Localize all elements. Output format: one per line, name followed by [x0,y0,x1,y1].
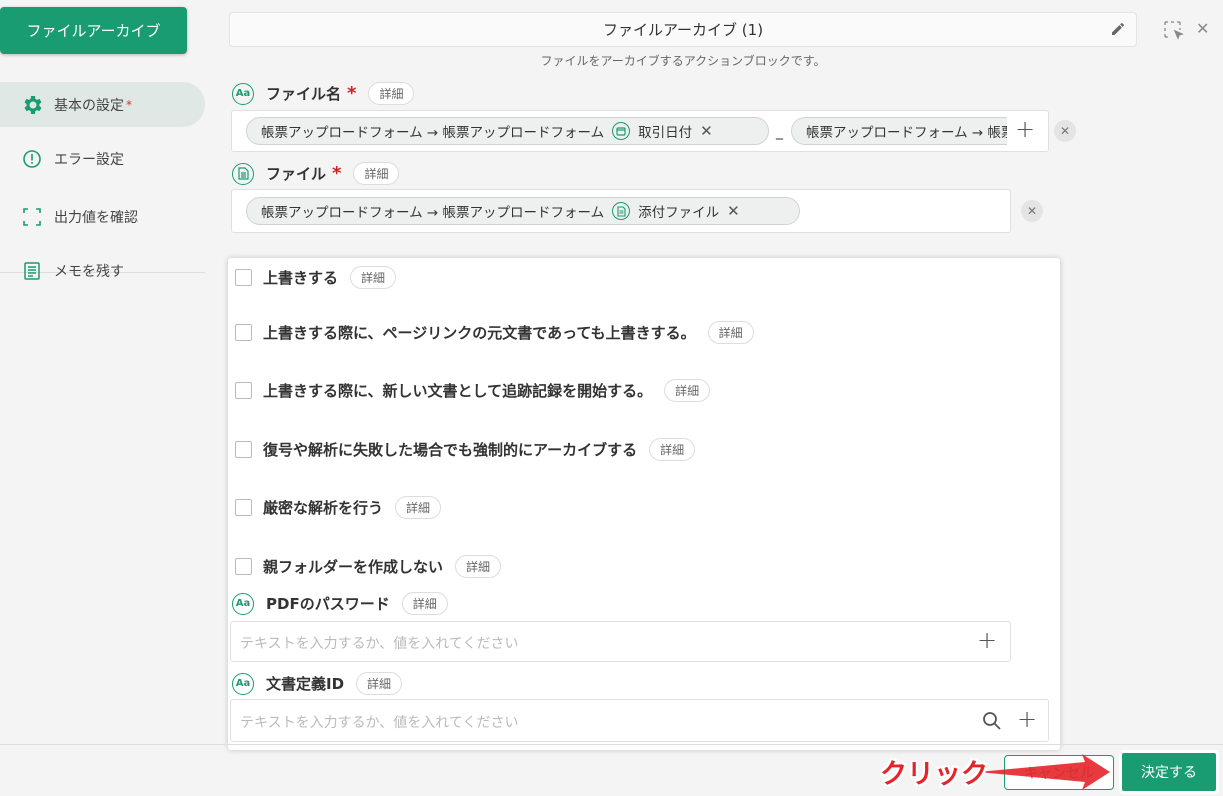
pencil-icon[interactable] [1110,21,1126,41]
option-overwrite[interactable]: 上書きする 詳細 [235,266,397,289]
field-label: PDFのパスワード [266,595,390,613]
option-label: 厳密な解析を行う [263,499,384,517]
checkbox[interactable] [235,558,252,575]
sidebar-item-label: 出力値を確認 [54,209,138,226]
block-description: ファイルをアーカイブするアクションブロックです。 [540,54,826,68]
detail-button[interactable]: 詳細 [707,321,754,344]
detail-button[interactable]: 詳細 [368,82,415,105]
clear-icon[interactable]: ✕ [1021,200,1043,222]
sidebar-nav: 基本の設定 * エラー設定 出力値を確認 メモを残す [0,82,205,302]
sidebar-item-check-output[interactable]: 出力値を確認 [0,194,205,239]
chip-field: 添付ファイル [638,205,720,221]
detail-button[interactable]: 詳細 [353,162,400,185]
detail-button[interactable]: 詳細 [455,555,502,578]
selection-cursor-icon[interactable] [1163,20,1185,46]
file-type-icon [232,162,254,185]
required-mark: * [347,83,357,104]
chip-remove-icon[interactable]: ✕ [700,122,713,140]
option-no-parent-folder[interactable]: 親フォルダーを作成しない 詳細 [235,555,502,578]
text-type-icon: Aa [232,672,254,695]
input-placeholder: テキストを入力するか、値を入れてください [240,715,519,731]
sidebar-item-basic-settings[interactable]: 基本の設定 * [0,82,205,127]
block-title-field[interactable]: ファイルアーカイブ (1) [229,12,1137,47]
separator-text: _ [776,124,783,140]
doc-def-id-input[interactable]: テキストを入力するか、値を入れてください + [230,699,1049,742]
input-placeholder: テキストを入力するか、値を入れてください [240,636,519,652]
ok-button[interactable]: 決定する [1119,750,1219,794]
file-icon [612,202,631,220]
option-overwrite-pagelink[interactable]: 上書きする際に、ページリンクの元文書であっても上書きする。 詳細 [235,321,754,344]
detail-button[interactable]: 詳細 [664,379,711,402]
required-mark: * [332,163,342,184]
sidebar-item-label: メモを残す [54,263,124,280]
field-label: ファイル名 [266,85,342,103]
checkbox[interactable] [235,499,252,516]
checkbox[interactable] [235,382,252,399]
detail-button[interactable]: 詳細 [395,496,442,519]
sidebar-item-label: エラー設定 [54,151,124,168]
chip-path: 帳票アップロードフォーム → 帳票アップロードフォーム [806,125,1007,141]
pdf-password-label-row: Aa PDFのパスワード 詳細 [232,592,448,615]
variable-chip[interactable]: 帳票アップロードフォーム → 帳票アップロードフォーム 添付ファイル ✕ [246,197,800,225]
close-icon[interactable]: ✕ [1196,19,1209,38]
plus-icon[interactable]: + [1015,115,1035,143]
plus-icon[interactable]: + [1017,705,1037,733]
calendar-icon [612,122,631,140]
text-type-icon: Aa [232,592,254,615]
chip-remove-icon[interactable]: ✕ [727,202,740,220]
filename-label-row: Aa ファイル名 * 詳細 [232,82,415,105]
variable-chip[interactable]: 帳票アップロードフォーム → 帳票アップロードフォーム [791,117,1007,145]
option-strict-parse[interactable]: 厳密な解析を行う 詳細 [235,496,442,519]
block-type-badge: ファイルアーカイブ [0,7,187,54]
option-label: 親フォルダーを作成しない [263,558,444,576]
gear-icon [20,93,44,117]
variable-chip[interactable]: 帳票アップロードフォーム → 帳票アップロードフォーム 取引日付 ✕ [246,117,769,145]
option-label: 上書きする際に、新しい文書として追跡記録を開始する。 [263,382,653,400]
chip-field: 取引日付 [638,125,693,141]
option-label: 復号や解析に失敗した場合でも強制的にアーカイブする [263,441,638,459]
options-panel: 上書きする 詳細 上書きする際に、ページリンクの元文書であっても上書きする。 詳… [228,258,1060,750]
chip-path: 帳票アップロードフォーム → 帳票アップロードフォーム [261,125,605,141]
detail-button[interactable]: 詳細 [356,672,403,695]
chip-path: 帳票アップロードフォーム → 帳票アップロードフォーム [261,205,605,221]
detail-button[interactable]: 詳細 [350,266,397,289]
detail-button[interactable]: 詳細 [649,438,696,461]
required-mark: * [126,97,132,112]
note-icon [20,259,44,283]
detail-button[interactable]: 詳細 [401,592,448,615]
file-label-row: ファイル * 詳細 [232,162,400,185]
annotation-text: クリック [880,759,988,790]
text-type-icon: Aa [232,82,254,105]
checkbox[interactable] [235,269,252,286]
annotation-arrow-icon [978,754,1110,790]
option-label: 上書きする [263,269,339,287]
footer-divider [0,744,1223,745]
frame-icon [20,205,44,229]
search-icon[interactable] [982,711,1002,735]
alert-circle-icon [20,147,44,171]
pdf-password-input[interactable]: テキストを入力するか、値を入れてください + [230,621,1011,662]
sidebar-item-error-settings[interactable]: エラー設定 [0,136,205,181]
plus-icon[interactable]: + [977,626,997,654]
doc-def-id-label-row: Aa 文書定義ID 詳細 [232,672,403,695]
option-label: 上書きする際に、ページリンクの元文書であっても上書きする。 [263,324,696,342]
ok-button-label: 決定する [1141,765,1197,781]
sidebar-item-memo[interactable]: メモを残す [0,248,205,293]
checkbox[interactable] [235,324,252,341]
page-title: ファイルアーカイブ (1) [602,21,764,39]
option-overwrite-new-track[interactable]: 上書きする際に、新しい文書として追跡記録を開始する。 詳細 [235,379,711,402]
sidebar-item-label: 基本の設定 [54,97,124,114]
checkbox[interactable] [235,441,252,458]
field-label: 文書定義ID [266,675,345,693]
clear-icon[interactable]: ✕ [1054,120,1076,142]
option-force-archive[interactable]: 復号や解析に失敗した場合でも強制的にアーカイブする 詳細 [235,438,696,461]
field-label: ファイル [266,165,327,183]
